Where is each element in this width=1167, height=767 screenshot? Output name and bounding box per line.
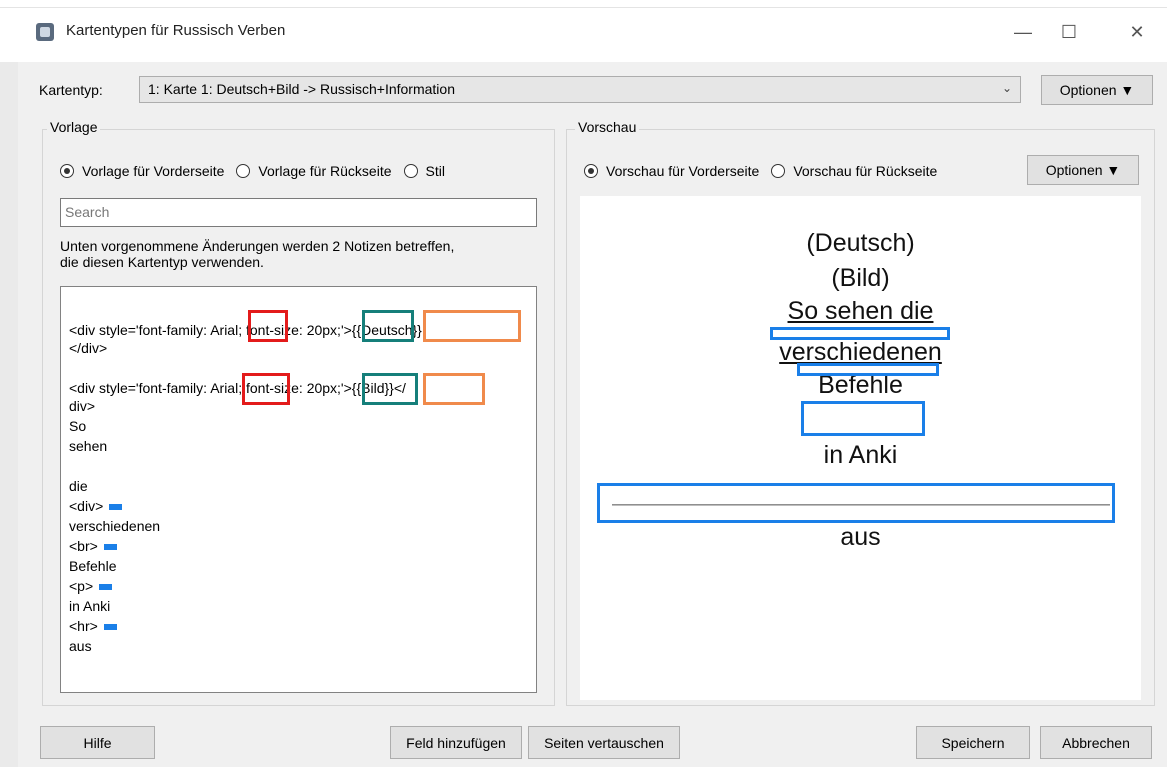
highlight-field-bild <box>423 373 485 405</box>
code-line: </div> <box>69 340 108 356</box>
blue-marker <box>103 544 117 551</box>
code-line: Befehle <box>69 558 117 574</box>
kartentyp-selected-value: 1: Karte 1: Deutsch+Bild -> Russisch+Inf… <box>148 81 455 97</box>
anki-app-icon <box>36 23 54 41</box>
blue-marker <box>103 624 117 631</box>
card-preview: (Deutsch) (Bild) So sehen die verschiede… <box>580 196 1141 700</box>
close-button[interactable]: ✕ <box>1114 14 1160 50</box>
help-button[interactable]: Hilfe <box>40 726 155 759</box>
highlight-font-family-1 <box>248 310 288 342</box>
highlight-font-family-2 <box>242 373 290 405</box>
kartentyp-select[interactable]: 1: Karte 1: Deutsch+Bild -> Russisch+Inf… <box>139 76 1021 103</box>
vorschau-radio-row: Vorschau für Vorderseite Vorschau für Rü… <box>584 163 949 179</box>
radio-vorlage-vorderseite[interactable]: Vorlage für Vorderseite <box>60 163 224 179</box>
maximize-button[interactable]: ☐ <box>1046 14 1092 50</box>
kartentyp-label: Kartentyp: <box>39 82 103 98</box>
window-title: Kartentypen für Russisch Verben <box>66 22 286 39</box>
highlight-field-deutsch <box>423 310 521 342</box>
cancel-button[interactable]: Abbrechen <box>1040 726 1152 759</box>
highlight-font-size-1 <box>362 310 414 342</box>
kartentyp-options-button[interactable]: Optionen ▼ <box>1041 75 1153 105</box>
blue-marker <box>99 584 113 591</box>
code-line: verschiedenen <box>69 518 161 534</box>
add-field-button[interactable]: Feld hinzufügen <box>390 726 522 759</box>
template-editor[interactable]: <div style='font-family: Arial; font-siz… <box>60 286 537 693</box>
preview-bild: (Bild) <box>831 264 890 292</box>
radio-vorschau-rueckseite[interactable]: Vorschau für Rückseite <box>771 163 937 179</box>
radio-vorschau-vorderseite[interactable]: Vorschau für Vorderseite <box>584 163 759 179</box>
minimize-button[interactable]: — <box>1000 14 1046 50</box>
chevron-down-icon: ⌄ <box>1001 81 1012 95</box>
vorlage-group-title: Vorlage <box>47 119 101 135</box>
code-line: <p> <box>69 576 113 596</box>
code-line: <div> <box>69 496 123 516</box>
radio-vorschau-rueckseite-label: Vorschau für Rückseite <box>793 163 938 179</box>
preview-line-4: in Anki <box>823 441 898 469</box>
radio-stil[interactable]: Stil <box>403 163 445 179</box>
code-line: <br> <box>69 536 117 556</box>
blue-marker <box>109 504 123 511</box>
code-line: div> <box>69 398 96 414</box>
left-edge <box>0 62 18 767</box>
radio-checked-icon <box>60 164 74 178</box>
preview-line-1: So sehen die <box>787 297 934 325</box>
highlight-preview-p <box>801 401 925 436</box>
radio-checked-icon <box>584 164 598 178</box>
code-line: sehen <box>69 438 108 454</box>
swap-sides-button[interactable]: Seiten vertauschen <box>528 726 680 759</box>
template-search-input[interactable]: Search <box>60 198 537 227</box>
highlight-preview-hr <box>597 483 1115 523</box>
vorschau-group-title: Vorschau <box>575 119 640 135</box>
preview-deutsch: (Deutsch) <box>806 229 915 257</box>
code-line: <div style='font-family: Arial; font-siz… <box>69 380 406 396</box>
radio-unchecked-icon <box>771 164 786 178</box>
radio-stil-label: Stil <box>425 163 445 179</box>
code-line: in Anki <box>69 598 111 614</box>
radio-vorschau-vorderseite-label: Vorschau für Vorderseite <box>606 163 760 179</box>
preview-line-5: aus <box>840 523 881 551</box>
info-line-1: Unten vorgenommene Änderungen werden 2 N… <box>60 238 455 254</box>
affected-notes-info: Unten vorgenommene Änderungen werden 2 N… <box>60 238 540 270</box>
save-button[interactable]: Speichern <box>916 726 1030 759</box>
top-strip <box>0 0 1167 8</box>
radio-unchecked-icon <box>403 164 418 178</box>
info-line-2: die diesen Kartentyp verwenden. <box>60 254 264 270</box>
highlight-font-size-2 <box>362 373 418 405</box>
code-line: die <box>69 478 88 494</box>
radio-vorlage-rueckseite[interactable]: Vorlage für Rückseite <box>236 163 392 179</box>
code-line: <hr> <box>69 616 117 636</box>
radio-unchecked-icon <box>236 164 251 178</box>
code-line: aus <box>69 638 92 654</box>
radio-vorlage-rueckseite-label: Vorlage für Rückseite <box>258 163 392 179</box>
radio-vorlage-vorderseite-label: Vorlage für Vorderseite <box>82 163 225 179</box>
highlight-preview-div <box>770 327 950 340</box>
vorlage-radio-row: Vorlage für Vorderseite Vorlage für Rück… <box>60 163 457 179</box>
highlight-preview-br <box>797 363 939 376</box>
vorschau-options-button[interactable]: Optionen ▼ <box>1027 155 1139 185</box>
code-line: So <box>69 418 87 434</box>
